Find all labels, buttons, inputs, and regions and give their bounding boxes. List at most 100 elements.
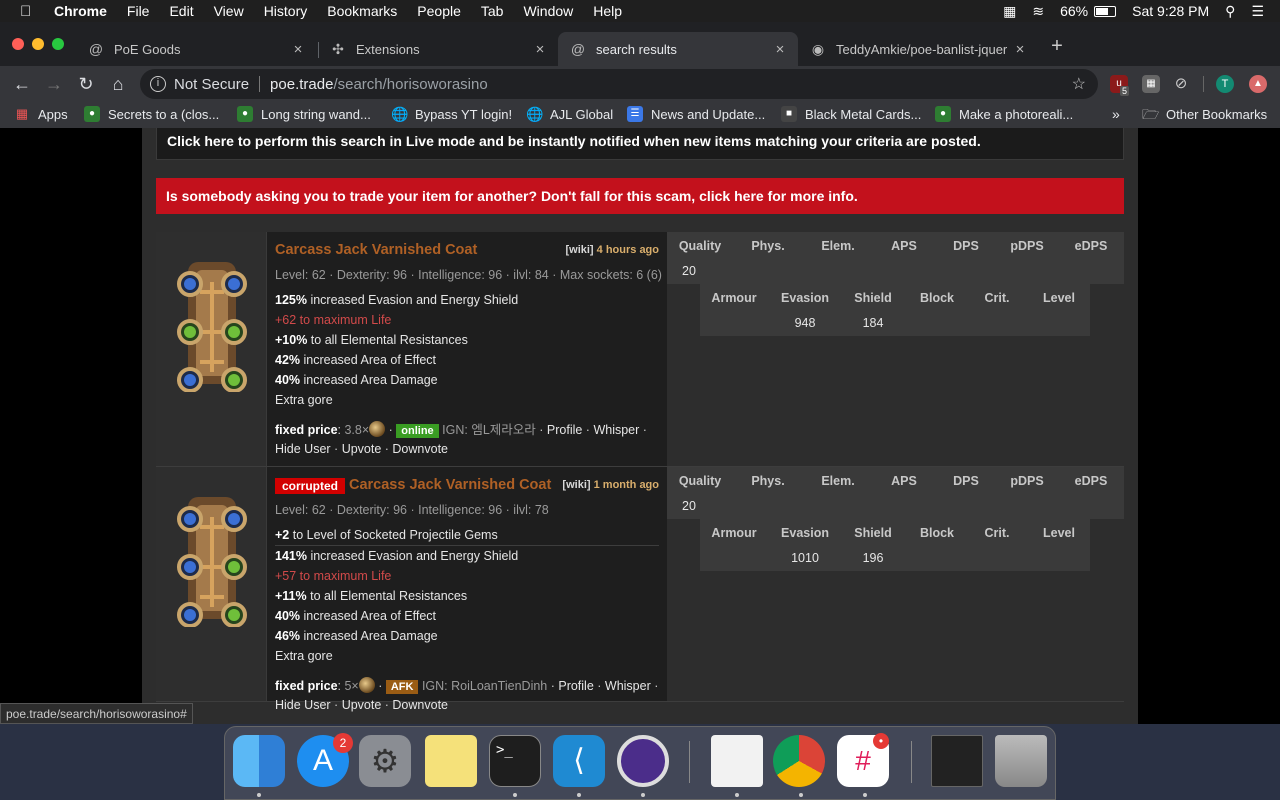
whisper-link[interactable]: Whisper (593, 423, 639, 437)
bookmark-star-icon[interactable]: ☆ (1072, 74, 1086, 94)
url-host[interactable]: poe.trade (270, 76, 333, 93)
vscode-icon[interactable]: ⟨ (553, 735, 605, 787)
profile-link[interactable]: Profile (547, 423, 582, 437)
finder-icon[interactable] (233, 735, 285, 787)
profile-avatar[interactable]: T (1216, 75, 1234, 93)
mod-text: increased Evasion and Energy Shield (306, 549, 519, 563)
item-name[interactable]: Carcass Jack Varnished Coat (275, 242, 477, 258)
downvote-link[interactable]: Downvote (392, 698, 448, 712)
bookmark-item[interactable]: ● Long string wand... (237, 106, 371, 122)
back-icon[interactable]: ← (10, 72, 34, 96)
close-icon[interactable]: × (770, 41, 790, 58)
tab-search-results[interactable]: @ search results × (558, 32, 798, 66)
header-elem: Elem. (821, 239, 855, 253)
screen-mirror-icon[interactable]: ▦ (1003, 3, 1016, 20)
bookmark-item[interactable]: ■ Black Metal Cards... (781, 106, 921, 122)
zoom-window-button[interactable] (52, 38, 64, 50)
wifi-icon[interactable]: ≋ (1032, 3, 1044, 20)
header-block: Block (919, 526, 955, 540)
status-badge: online (396, 424, 439, 438)
extension-round-icon[interactable]: ▲ (1249, 75, 1267, 93)
url-path[interactable]: /search/horisoworasino (333, 76, 487, 93)
result-item: Carcass Jack Varnished Coat [wiki] 4 hou… (156, 232, 1124, 467)
scam-warning-link[interactable]: Is somebody asking you to trade your ite… (156, 178, 1124, 214)
running-indicator (799, 793, 803, 797)
bookmarks-bar: ▦ Apps ● Secrets to a (clos... ● Long st… (0, 102, 1280, 128)
address-bar[interactable]: i Not Secure poe.trade /search/horisowor… (140, 69, 1098, 99)
screenshot-thumbnail-icon[interactable] (931, 735, 983, 787)
textedit-icon[interactable] (711, 735, 763, 787)
header-aps: APS (891, 239, 917, 253)
bookmark-item[interactable]: 🌐 AJL Global (526, 106, 613, 122)
menu-tab[interactable]: Tab (481, 3, 504, 19)
close-icon[interactable]: × (530, 41, 550, 58)
whisper-link[interactable]: Whisper (605, 679, 651, 693)
battery-icon[interactable] (1094, 5, 1117, 17)
bookmark-item[interactable]: ● Secrets to a (clos... (84, 106, 219, 122)
close-icon[interactable]: × (1010, 41, 1030, 58)
price-label: fixed price (275, 679, 338, 693)
profile-link[interactable]: Profile (558, 679, 593, 693)
price-label: fixed price (275, 423, 338, 437)
price-value: 3.8× (344, 423, 370, 437)
menu-bookmarks[interactable]: Bookmarks (327, 3, 397, 19)
notes-icon[interactable] (425, 735, 477, 787)
info-icon[interactable]: i (150, 76, 166, 92)
hide-user-link[interactable]: Hide User (275, 442, 331, 456)
bookmarks-overflow-button[interactable]: » (1112, 106, 1120, 122)
mod-text: increased Area of Effect (300, 353, 437, 367)
reload-icon[interactable]: ↻ (74, 72, 98, 96)
forward-icon[interactable]: → (42, 72, 66, 96)
menu-edit[interactable]: Edit (169, 3, 193, 19)
bookmark-item[interactable]: 🌐 Bypass YT login! (391, 106, 512, 122)
menu-file[interactable]: File (127, 3, 150, 19)
notification-center-icon[interactable]: ☰ (1251, 3, 1264, 20)
home-icon[interactable]: ⌂ (106, 72, 130, 96)
item-mod-life: +57 to maximum Life (275, 569, 392, 583)
tor-browser-icon[interactable] (617, 735, 669, 787)
new-tab-button[interactable]: + (1046, 35, 1068, 58)
apple-icon[interactable]:  (20, 3, 40, 20)
upvote-link[interactable]: Upvote (342, 698, 382, 712)
bookmark-item[interactable]: ● Make a photoreali... (935, 106, 1073, 122)
close-window-button[interactable] (12, 38, 24, 50)
live-mode-link[interactable]: Click here to perform this search in Liv… (156, 128, 1124, 160)
bookmark-apps[interactable]: ▦ Apps (14, 106, 68, 122)
folder-icon: 🗁 (1142, 106, 1160, 122)
menu-help[interactable]: Help (593, 3, 622, 19)
trash-icon[interactable] (995, 735, 1047, 787)
hide-user-link[interactable]: Hide User (275, 698, 331, 712)
exalted-orb-icon (369, 421, 386, 437)
clock[interactable]: Sat 9:28 PM (1132, 3, 1209, 19)
armour-item-image (177, 497, 247, 627)
wiki-link[interactable]: [wiki] (565, 244, 593, 256)
tab-github[interactable]: ◉ TeddyAmkie/poe-banlist-jquer × (798, 32, 1038, 66)
menu-people[interactable]: People (417, 3, 461, 19)
downvote-link[interactable]: Downvote (392, 442, 448, 456)
security-label[interactable]: Not Secure (174, 76, 249, 93)
tab-poe-goods[interactable]: @ PoE Goods × (76, 32, 316, 66)
chrome-icon[interactable] (773, 735, 825, 787)
bookmark-item[interactable]: ☰ News and Update... (627, 106, 765, 122)
bookmark-other[interactable]: 🗁 Other Bookmarks (1142, 106, 1267, 122)
tab-extensions[interactable]: ✣ Extensions × (318, 32, 558, 66)
header-dps: DPS (953, 239, 979, 253)
spotlight-icon[interactable]: ⚲ (1225, 3, 1235, 20)
item-age: 1 month ago (593, 479, 659, 491)
system-preferences-icon[interactable]: ⚙ (359, 735, 411, 787)
upvote-link[interactable]: Upvote (342, 442, 382, 456)
menu-history[interactable]: History (264, 3, 308, 19)
block-icon[interactable]: ⊘ (1172, 75, 1190, 93)
close-icon[interactable]: × (288, 41, 308, 58)
tab-label: search results (596, 41, 677, 57)
header-pdps: pDPS (1010, 239, 1044, 253)
battery-percent[interactable]: 66% (1060, 3, 1088, 19)
terminal-icon[interactable]: >_ (489, 735, 541, 787)
wiki-link[interactable]: [wiki] (562, 479, 590, 491)
menu-window[interactable]: Window (523, 3, 573, 19)
item-name[interactable]: Carcass Jack Varnished Coat (349, 477, 551, 493)
menu-view[interactable]: View (214, 3, 244, 19)
dsf-extension-icon[interactable]: ▦ (1142, 75, 1160, 93)
minimize-window-button[interactable] (32, 38, 44, 50)
menu-app-name[interactable]: Chrome (54, 3, 107, 19)
